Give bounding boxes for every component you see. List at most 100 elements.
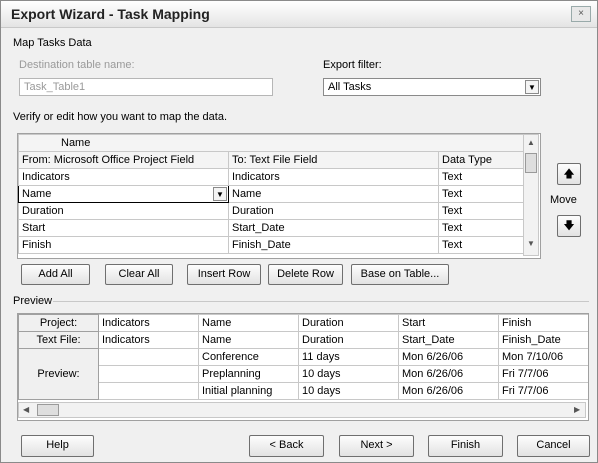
insert-row-button[interactable]: Insert Row: [187, 264, 261, 285]
verify-label: Verify or edit how you want to map the d…: [13, 111, 228, 123]
col-header-type[interactable]: Data Type: [437, 151, 525, 169]
from-field-dropdown[interactable]: Name ▼: [18, 185, 229, 203]
scroll-down-icon[interactable]: ▼: [527, 239, 535, 248]
table-row[interactable]: Indicators Indicators Text: [18, 168, 525, 186]
preview-cell: [98, 365, 199, 383]
mapping-grid: Name From: Microsoft Office Project Fiel…: [17, 133, 541, 259]
scroll-left-icon[interactable]: ◀: [23, 405, 29, 414]
preview-cell: Name: [198, 314, 299, 332]
data-type-cell: Text: [437, 185, 525, 203]
preview-cell: Conference: [198, 348, 299, 366]
export-filter-label: Export filter:: [323, 59, 382, 71]
clear-all-button[interactable]: Clear All: [105, 264, 173, 285]
mapping-top-header-row: Name: [17, 134, 525, 152]
window-title: Export Wizard - Task Mapping: [11, 6, 210, 22]
scroll-up-icon[interactable]: ▲: [527, 138, 535, 147]
scrollbar-thumb[interactable]: [525, 153, 537, 173]
destination-table-input[interactable]: Task_Table1: [19, 78, 273, 96]
preview-cell: Duration: [298, 314, 399, 332]
from-field-cell[interactable]: Indicators: [18, 168, 229, 186]
scrollbar-thumb[interactable]: [37, 404, 59, 416]
back-button[interactable]: < Back: [249, 435, 324, 457]
from-field-value: Name: [22, 188, 52, 200]
preview-textfile-row: Text File: Indicators Name Duration Star…: [18, 331, 588, 349]
table-row[interactable]: Duration Duration Text: [18, 202, 525, 220]
to-field-cell[interactable]: Finish_Date: [228, 236, 439, 254]
preview-cell: Finish: [498, 314, 588, 332]
chevron-down-icon[interactable]: ▼: [213, 187, 227, 201]
arrow-up-icon: 🡅: [563, 168, 575, 180]
data-type-cell: Text: [437, 202, 525, 220]
preview-cell: Duration: [298, 331, 399, 349]
base-on-table-button[interactable]: Base on Table...: [351, 264, 449, 285]
preview-cell: Name: [198, 331, 299, 349]
data-type-cell: Text: [437, 168, 525, 186]
preview-cell: Mon 6/26/06: [398, 348, 499, 366]
row-header-textfile: Text File:: [18, 331, 99, 349]
move-up-button[interactable]: 🡅: [557, 163, 581, 185]
preview-cell: Start_Date: [398, 331, 499, 349]
move-label: Move: [550, 194, 577, 206]
chevron-down-icon[interactable]: ▼: [525, 80, 539, 94]
preview-cell: Start: [398, 314, 499, 332]
from-field-cell[interactable]: Duration: [18, 202, 229, 220]
finish-button[interactable]: Finish: [428, 435, 503, 457]
preview-cell: Fri 7/7/06: [498, 365, 588, 383]
mapping-vertical-scrollbar[interactable]: ▲ ▼: [523, 134, 539, 256]
row-header-project: Project:: [18, 314, 99, 332]
preview-data-row: Preview: Conference 11 days Mon 6/26/06 …: [18, 348, 588, 400]
preview-divider: [53, 301, 589, 302]
preview-data-row: Initial planning 10 days Mon 6/26/06 Fri…: [19, 382, 588, 400]
preview-cell: Indicators: [98, 331, 199, 349]
next-button[interactable]: Next >: [339, 435, 414, 457]
preview-cell: 10 days: [298, 382, 399, 400]
table-row[interactable]: Start Start_Date Text: [18, 219, 525, 237]
data-type-cell: Text: [437, 236, 525, 254]
preview-cell: Mon 6/26/06: [398, 365, 499, 383]
preview-cell: Mon 6/26/06: [398, 382, 499, 400]
export-filter-value: All Tasks: [328, 81, 372, 93]
preview-cell: Mon 7/10/06: [498, 348, 588, 366]
col-header-to[interactable]: To: Text File Field: [228, 151, 439, 169]
preview-cell: Indicators: [98, 314, 199, 332]
cancel-button[interactable]: Cancel: [517, 435, 590, 457]
table-row[interactable]: Name ▼ Name Text: [18, 185, 525, 203]
to-field-cell[interactable]: Start_Date: [228, 219, 439, 237]
mapping-top-header: Name: [17, 134, 525, 152]
preview-project-row: Project: Indicators Name Duration Start …: [18, 314, 588, 332]
preview-cell: Finish_Date: [498, 331, 588, 349]
col-header-from[interactable]: From: Microsoft Office Project Field: [18, 151, 229, 169]
export-filter-select[interactable]: All Tasks ▼: [323, 78, 541, 96]
preview-cell: [98, 382, 199, 400]
add-all-button[interactable]: Add All: [21, 264, 90, 285]
preview-cell: Initial planning: [198, 382, 299, 400]
move-down-button[interactable]: 🡇: [557, 215, 581, 237]
preview-horizontal-scrollbar[interactable]: ◀ ▶: [18, 402, 586, 418]
preview-label: Preview: [13, 295, 53, 307]
help-button[interactable]: Help: [21, 435, 94, 457]
to-field-cell[interactable]: Duration: [228, 202, 439, 220]
to-field-cell[interactable]: Indicators: [228, 168, 439, 186]
close-icon[interactable]: ×: [571, 6, 591, 22]
delete-row-button[interactable]: Delete Row: [268, 264, 343, 285]
title-bar: Export Wizard - Task Mapping ×: [1, 1, 597, 28]
table-row[interactable]: Finish Finish_Date Text: [18, 236, 525, 254]
mapping-header-row: From: Microsoft Office Project Field To:…: [18, 151, 525, 169]
preview-cell: [98, 348, 199, 366]
data-type-cell: Text: [437, 219, 525, 237]
from-field-cell[interactable]: Finish: [18, 236, 229, 254]
section-title: Map Tasks Data: [13, 37, 92, 49]
preview-cell: Preplanning: [198, 365, 299, 383]
row-header-preview: Preview:: [18, 348, 99, 400]
arrow-down-icon: 🡇: [563, 220, 575, 232]
export-wizard-window: Export Wizard - Task Mapping × Map Tasks…: [0, 0, 598, 463]
preview-data-row: Preplanning 10 days Mon 6/26/06 Fri 7/7/…: [19, 365, 588, 383]
from-field-cell[interactable]: Start: [18, 219, 229, 237]
preview-cell: 11 days: [298, 348, 399, 366]
preview-cell: 10 days: [298, 365, 399, 383]
destination-label: Destination table name:: [19, 59, 135, 71]
scroll-right-icon[interactable]: ▶: [574, 405, 580, 414]
to-field-cell[interactable]: Name: [228, 185, 439, 203]
preview-grid: Project: Indicators Name Duration Start …: [17, 313, 589, 421]
preview-cell: Fri 7/7/06: [498, 382, 588, 400]
